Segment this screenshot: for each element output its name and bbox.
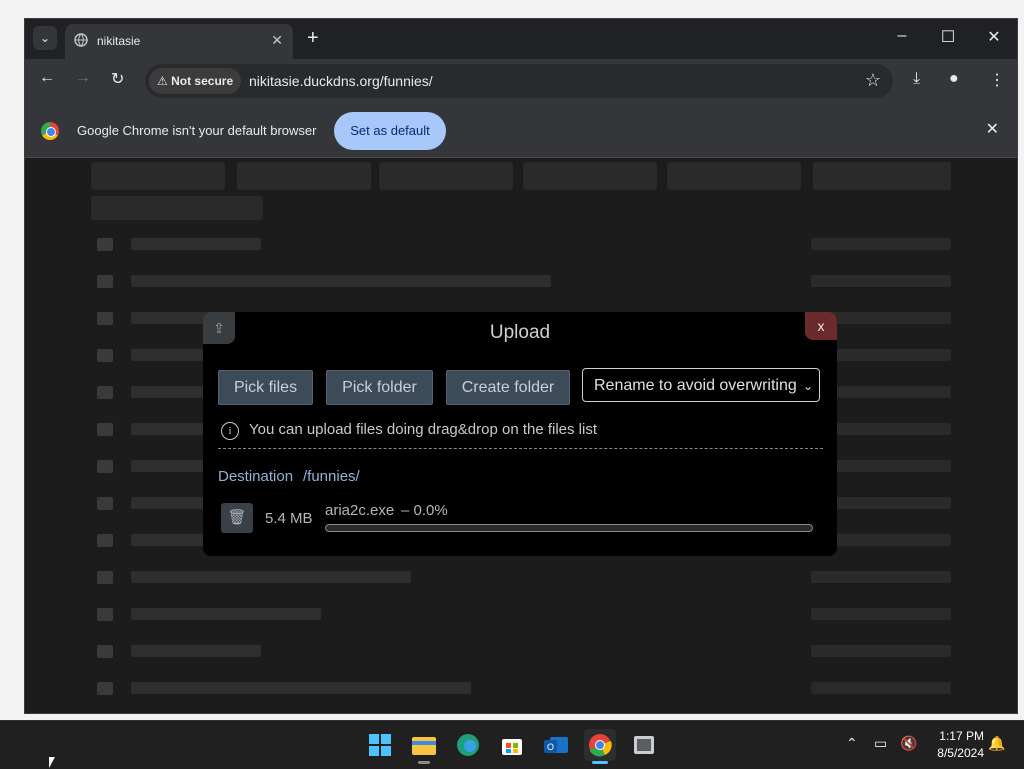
tab-title: nikitasie	[97, 34, 141, 48]
list-item	[91, 672, 951, 709]
url-text[interactable]: nikitasie.duckdns.org/funnies/	[249, 73, 433, 89]
conflict-mode-select[interactable]: Rename to avoid overwriting ⌄	[582, 368, 820, 402]
start-icon[interactable]	[364, 729, 396, 761]
upload-icon: ⇪	[203, 312, 235, 344]
default-browser-infobar: Google Chrome isn't your default browser…	[25, 103, 1017, 158]
destination-label: Destination	[218, 468, 294, 485]
upload-hint: You can upload files doing drag&drop on …	[249, 421, 598, 438]
mouse-cursor-icon	[49, 757, 55, 768]
tab-search-icon[interactable]: ⌄	[33, 26, 57, 50]
upload-modal: Upload x Pick files Pick folder Create f…	[203, 312, 837, 556]
create-folder-button[interactable]: Create folder	[446, 370, 570, 405]
list-item	[91, 598, 951, 635]
conflict-mode-value: Rename to avoid overwriting	[594, 377, 797, 394]
tab-strip: ⌄ nikitasie ✕ + – ☐ ✕	[25, 19, 1017, 59]
outlook-icon[interactable]: O	[540, 729, 572, 761]
upload-progress-bar	[325, 524, 813, 532]
info-icon: i	[221, 422, 239, 440]
edge-icon[interactable]	[452, 729, 484, 761]
chevron-down-icon: ⌄	[802, 379, 813, 393]
app-icon[interactable]	[628, 729, 660, 761]
file-explorer-icon[interactable]	[408, 729, 440, 764]
minimize-icon[interactable]: –	[879, 27, 925, 45]
security-chip-label: Not secure	[171, 74, 234, 88]
upload-file-size: 5.4 MB	[265, 510, 313, 527]
infobar-text: Google Chrome isn't your default browser	[77, 123, 317, 138]
notification-bell-icon[interactable]: 🔔	[988, 735, 1005, 752]
modal-title: Upload	[489, 322, 551, 343]
forward-icon[interactable]: →	[75, 69, 91, 87]
tab-active[interactable]: nikitasie ✕	[65, 24, 293, 59]
close-window-icon[interactable]: ✕	[971, 27, 1017, 47]
destination-path: /funnies/	[303, 468, 360, 485]
bg-button	[379, 162, 513, 190]
taskbar: O ⌃ ▭ 🔇 1:17 PM 8/5/2024 🔔	[0, 720, 1024, 769]
browser-toolbar: ← → ↻ ⚠ Not secure nikitasie.duckdns.org…	[25, 59, 1017, 103]
svg-text:O: O	[547, 742, 554, 752]
store-icon[interactable]	[496, 729, 528, 761]
address-bar[interactable]: ⚠ Not secure nikitasie.duckdns.org/funni…	[145, 64, 893, 98]
pick-files-button[interactable]: Pick files	[218, 370, 313, 405]
list-item	[91, 635, 951, 672]
infobar-close-icon[interactable]: ✕	[986, 119, 999, 139]
list-item	[91, 228, 951, 265]
upload-progress-text: – 0.0%	[401, 502, 448, 519]
bookmark-star-icon[interactable]: ☆	[865, 70, 881, 91]
back-icon[interactable]: ←	[39, 69, 55, 87]
set-as-default-button[interactable]: Set as default	[334, 112, 446, 150]
upload-file-name: aria2c.exe	[325, 502, 395, 519]
reload-icon[interactable]: ↻	[111, 69, 124, 89]
list-item	[91, 265, 951, 302]
modal-close-button[interactable]: x	[805, 312, 837, 340]
list-item	[91, 561, 951, 598]
pick-folder-button[interactable]: Pick folder	[326, 370, 433, 405]
bg-button	[813, 162, 951, 190]
divider	[218, 448, 823, 449]
trash-icon[interactable]: 🗑	[221, 503, 253, 533]
menu-icon[interactable]: ⋮	[989, 70, 1005, 90]
bg-button	[91, 162, 225, 190]
bg-button	[523, 162, 657, 190]
show-hidden-icons-icon[interactable]: ⌃	[846, 735, 858, 752]
clock-time[interactable]: 1:17 PM	[934, 729, 984, 743]
maximize-icon[interactable]: ☐	[925, 27, 971, 47]
profile-icon[interactable]: ●	[949, 70, 959, 88]
network-icon[interactable]: ▭	[874, 735, 887, 752]
clock-date[interactable]: 8/5/2024	[925, 746, 984, 760]
tab-close-icon[interactable]: ✕	[271, 32, 283, 49]
bg-button	[91, 196, 263, 220]
download-icon[interactable]: ⤓	[913, 70, 920, 88]
chrome-taskbar-icon[interactable]	[584, 729, 616, 764]
chrome-logo-icon	[41, 122, 59, 140]
warning-icon: ⚠	[157, 74, 168, 88]
new-tab-icon[interactable]: +	[307, 27, 319, 49]
bg-button	[237, 162, 371, 190]
security-chip[interactable]: ⚠ Not secure	[149, 68, 242, 94]
globe-icon	[74, 33, 88, 47]
bg-button	[667, 162, 801, 190]
volume-icon[interactable]: 🔇	[900, 735, 917, 752]
